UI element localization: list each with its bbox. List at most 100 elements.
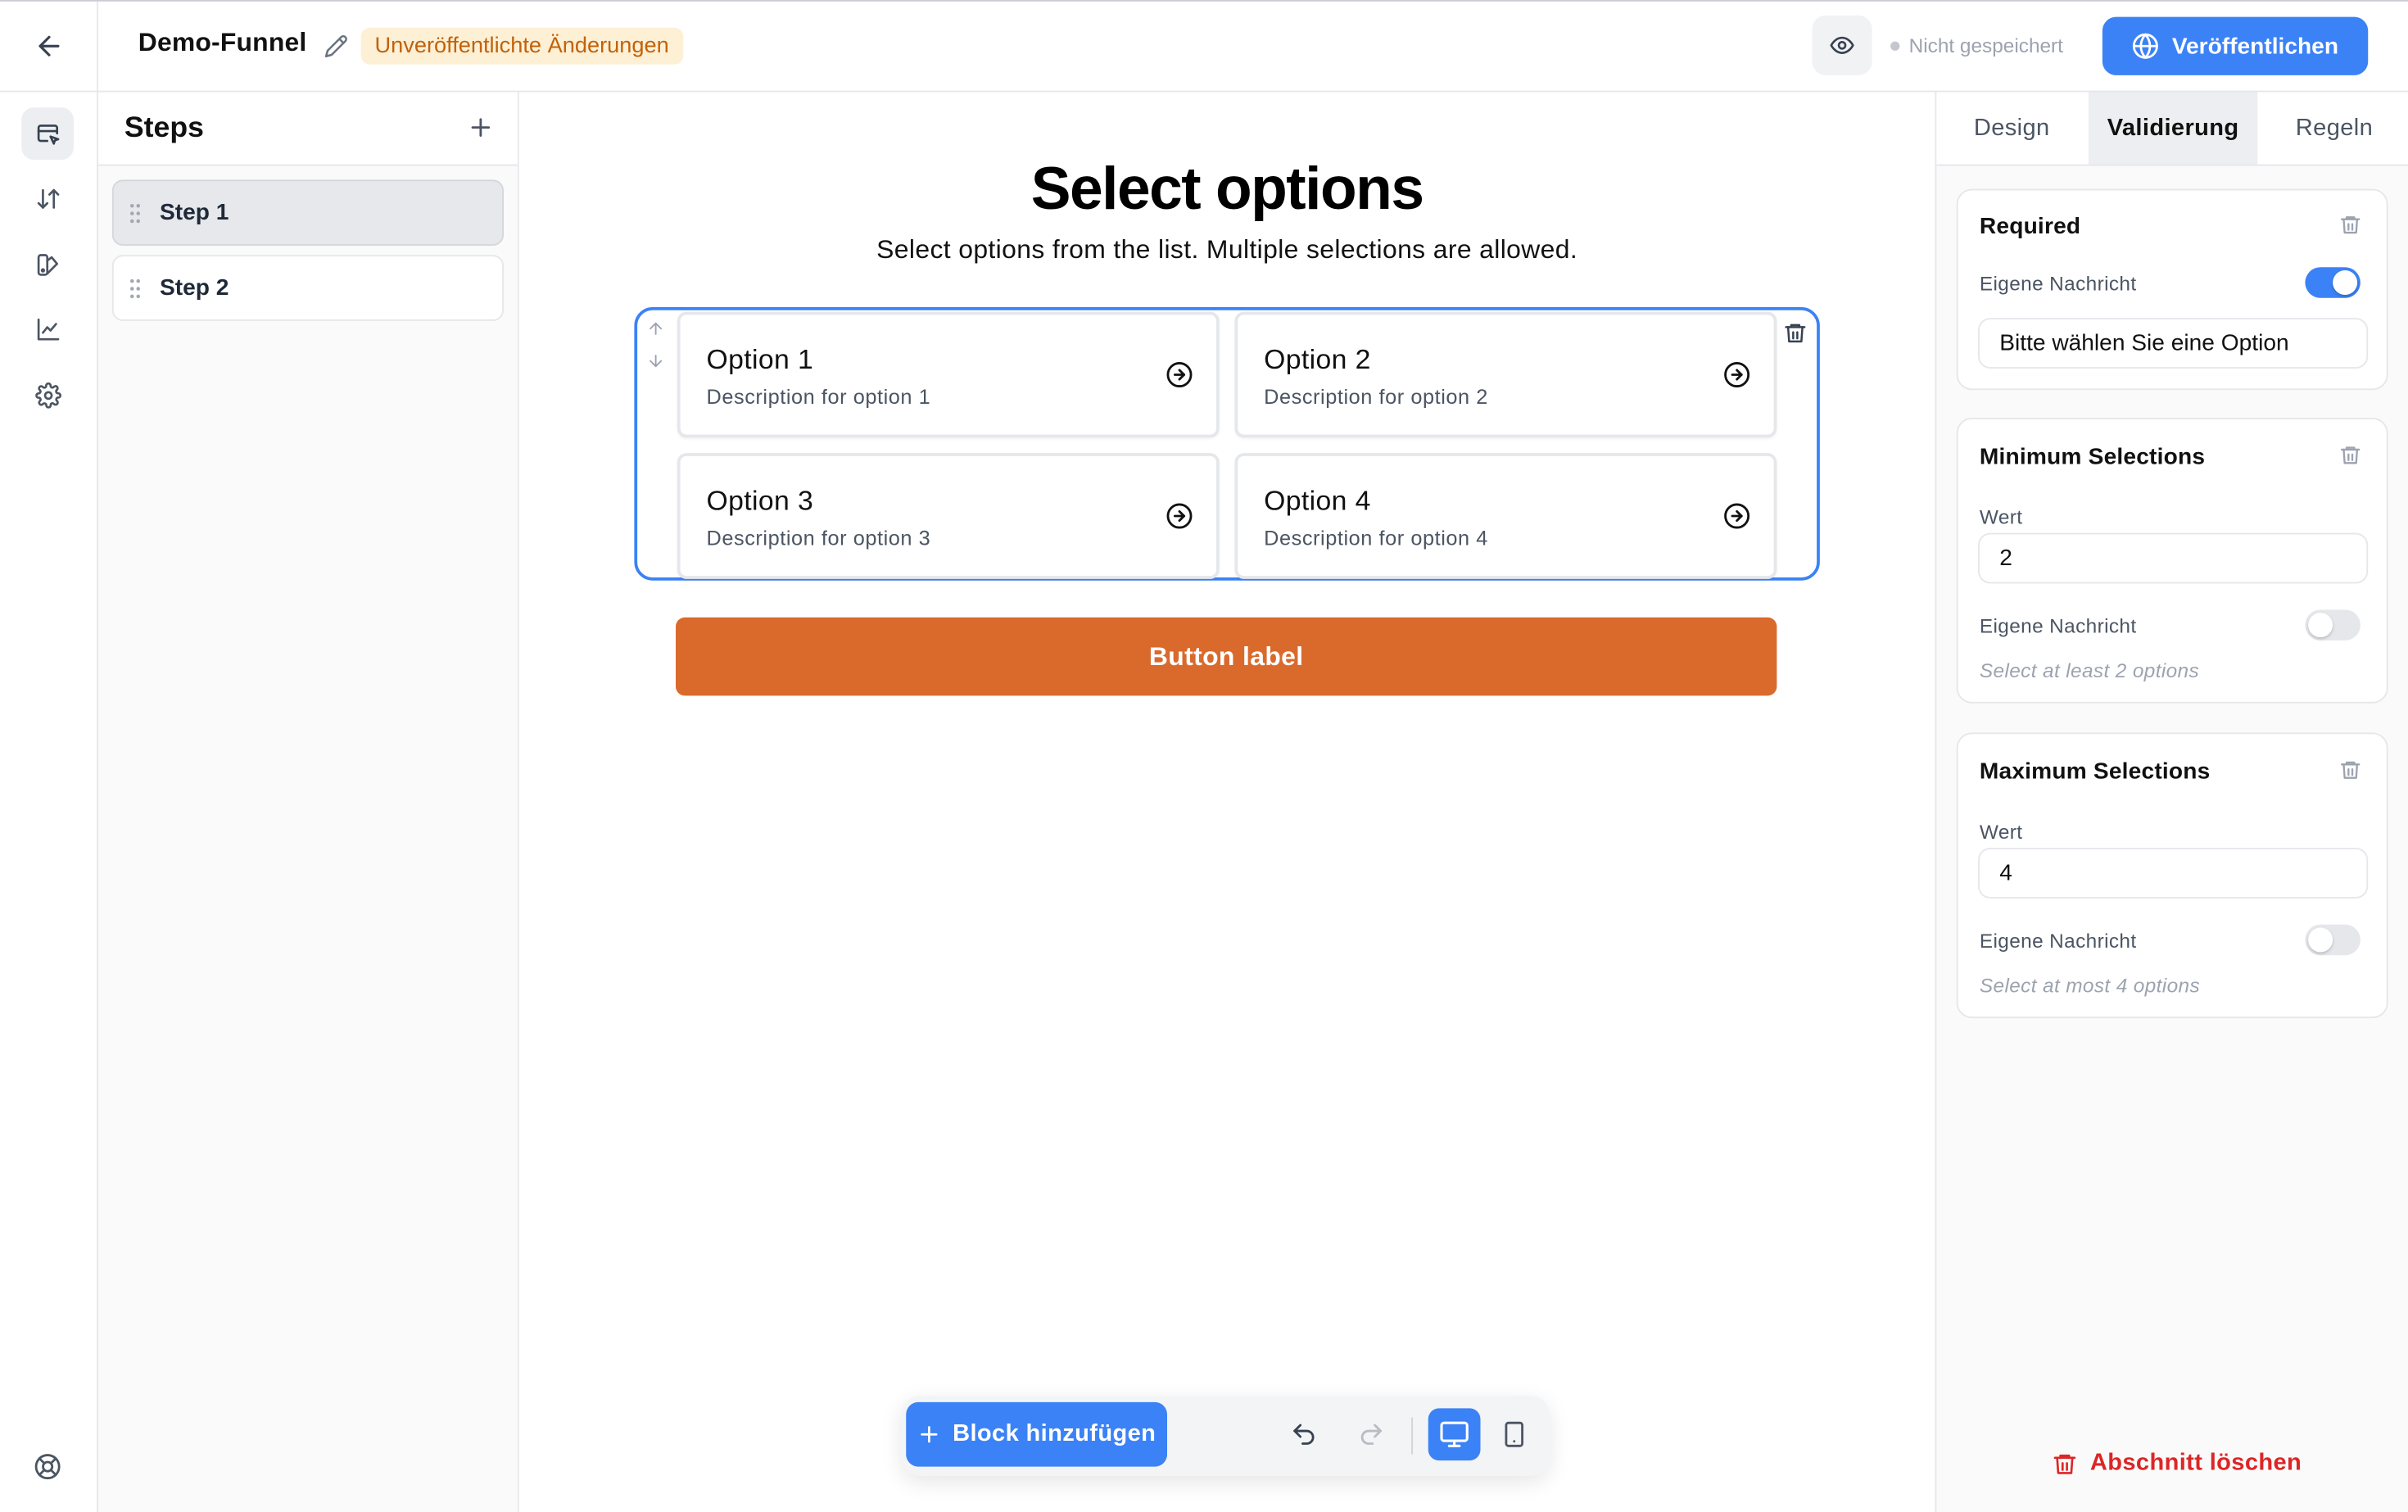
- option-title: Option 3: [706, 485, 814, 517]
- custom-message-toggle[interactable]: [2305, 609, 2360, 641]
- default-message-hint: Select at least 2 options: [1979, 659, 2200, 682]
- add-block-label: Block hinzufügen: [953, 1420, 1156, 1447]
- palette-icon: [36, 253, 58, 275]
- tab-validation[interactable]: Validierung: [2089, 92, 2258, 165]
- save-status-text: Nicht gespeichert: [1908, 34, 2063, 57]
- properties-panel: Design Validierung Regeln Required Eigen…: [1935, 92, 2408, 1512]
- redo-button[interactable]: [1358, 1420, 1386, 1448]
- publish-label: Veröffentlichen: [2171, 33, 2339, 60]
- plus-icon: [921, 1426, 939, 1443]
- option-description: Description for option 2: [1264, 385, 1488, 409]
- status-dot: [1890, 40, 1900, 50]
- arrow-right-circle-icon: [1166, 502, 1193, 530]
- tab-rules[interactable]: Regeln: [2259, 93, 2408, 165]
- toolbar-divider: [1411, 1417, 1413, 1455]
- arrow-up-icon: [650, 322, 663, 335]
- trash-icon: [2053, 1453, 2076, 1474]
- add-step-button[interactable]: [467, 114, 495, 142]
- rail-item-flow[interactable]: [21, 172, 74, 224]
- delete-section-label: Abschnitt löschen: [2089, 1450, 2302, 1476]
- floating-toolbar: Block hinzufügen: [901, 1396, 1550, 1476]
- value-label: Wert: [1979, 505, 2023, 528]
- rail-item-theme[interactable]: [21, 238, 74, 291]
- custom-message-toggle[interactable]: [2305, 924, 2360, 956]
- trash-icon: [2340, 216, 2360, 234]
- unsaved-changes-badge: Unveröffentlichte Änderungen: [360, 27, 683, 65]
- custom-message-toggle[interactable]: [2305, 267, 2360, 298]
- custom-message-input[interactable]: [1978, 318, 2369, 369]
- page-subtitle[interactable]: Select options from the list. Multiple s…: [519, 235, 1935, 266]
- option-description: Description for option 3: [706, 527, 931, 550]
- help-lifebuoy-icon: [34, 1454, 61, 1480]
- delete-section-button[interactable]: Abschnitt löschen: [2052, 1450, 2302, 1478]
- add-block-button[interactable]: Block hinzufügen: [906, 1401, 1167, 1467]
- option-title: Option 2: [1264, 344, 1371, 375]
- funnel-name: Demo-Funnel: [138, 27, 307, 57]
- option-card[interactable]: Option 1 Description for option 1: [677, 311, 1220, 438]
- preview-button[interactable]: [1812, 15, 1872, 75]
- trash-icon: [2340, 446, 2360, 464]
- custom-message-label: Eigene Nachricht: [1979, 271, 2137, 295]
- rule-title: Minimum Selections: [1979, 443, 2206, 470]
- rail-item-analytics[interactable]: [21, 302, 74, 355]
- move-down-button[interactable]: [646, 351, 665, 370]
- editor-canvas: Select options Select options from the l…: [518, 92, 1935, 1512]
- rule-card-required: Required Eigene Nachricht: [1956, 188, 2388, 391]
- step-label: Step 2: [160, 274, 229, 301]
- publish-button[interactable]: Veröffentlichen: [2102, 16, 2369, 75]
- save-status: Nicht gespeichert: [1890, 34, 2063, 57]
- app-window: Demo-Funnel Unveröffentlichte Änderungen…: [0, 0, 2408, 1512]
- help-button[interactable]: [21, 1441, 74, 1493]
- undo-button[interactable]: [1290, 1420, 1318, 1448]
- step-item[interactable]: Step 1: [111, 179, 504, 246]
- option-card[interactable]: Option 3 Description for option 3: [677, 453, 1220, 579]
- custom-message-label: Eigene Nachricht: [1979, 614, 2137, 638]
- step-label: Step 1: [160, 199, 229, 226]
- toggle-knob: [2333, 270, 2358, 295]
- drag-handle-icon[interactable]: [128, 278, 143, 299]
- delete-rule-button[interactable]: [2339, 758, 2362, 781]
- value-label: Wert: [1979, 820, 2023, 844]
- option-card[interactable]: Option 2 Description for option 2: [1234, 311, 1777, 438]
- rail-item-settings[interactable]: [21, 369, 74, 421]
- undo-icon: [1293, 1424, 1315, 1445]
- min-value-input[interactable]: [1978, 532, 2369, 584]
- steps-panel: Steps Step 1 Step 2: [98, 92, 519, 1512]
- option-description: Description for option 4: [1264, 527, 1488, 550]
- arrow-right-circle-icon: [1723, 361, 1751, 389]
- steps-header: Steps: [98, 92, 518, 166]
- move-up-button[interactable]: [646, 319, 665, 338]
- rule-card-min-selections: Minimum Selections Wert Eigene Nachricht…: [1956, 418, 2388, 704]
- custom-message-label: Eigene Nachricht: [1979, 929, 2137, 953]
- max-value-input[interactable]: [1978, 848, 2369, 899]
- option-description: Description for option 1: [706, 385, 931, 409]
- left-nav-rail: [0, 92, 98, 1512]
- delete-block-button[interactable]: [1775, 313, 1816, 354]
- eye-icon: [1830, 36, 1854, 54]
- pencil-icon: [324, 35, 347, 57]
- options-block[interactable]: Option 1 Description for option 1 Option…: [634, 307, 1820, 581]
- rule-card-max-selections: Maximum Selections Wert Eigene Nachricht…: [1956, 732, 2388, 1019]
- delete-rule-button[interactable]: [2339, 444, 2362, 467]
- arrow-down-icon: [650, 355, 663, 368]
- default-message-hint: Select at most 4 options: [1979, 973, 2201, 997]
- rail-item-editor[interactable]: [21, 107, 74, 160]
- gear-icon: [34, 382, 61, 408]
- delete-rule-button[interactable]: [2339, 214, 2362, 237]
- rule-title: Required: [1979, 213, 2081, 240]
- editor-icon: [36, 124, 59, 144]
- mobile-view-button[interactable]: [1491, 1408, 1537, 1460]
- desktop-view-button[interactable]: [1428, 1408, 1481, 1461]
- back-button[interactable]: [0, 1, 98, 91]
- arrow-left-icon: [38, 35, 59, 57]
- tab-design[interactable]: Design: [1936, 93, 2087, 165]
- cta-button[interactable]: Button label: [676, 617, 1777, 696]
- edit-name-button[interactable]: [324, 34, 349, 58]
- arrows-up-down-icon: [36, 188, 59, 208]
- steps-title: Steps: [124, 111, 204, 145]
- option-title: Option 4: [1264, 485, 1371, 517]
- step-item[interactable]: Step 2: [111, 255, 504, 321]
- drag-handle-icon[interactable]: [128, 203, 143, 224]
- option-card[interactable]: Option 4 Description for option 4: [1234, 453, 1777, 579]
- page-title[interactable]: Select options: [519, 156, 1935, 224]
